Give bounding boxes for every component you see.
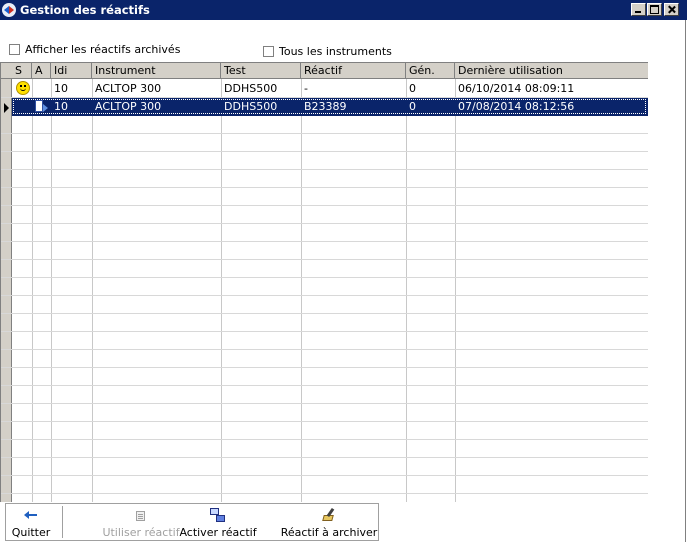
cell-test: DDHS500	[224, 100, 278, 113]
activate-reagent-button-label: Activer réactif	[179, 526, 257, 539]
maximize-button[interactable]	[647, 3, 662, 16]
grid-column-line	[301, 63, 302, 502]
cell-test: DDHS500	[224, 82, 278, 95]
column-header-instrument[interactable]: Instrument	[92, 63, 221, 78]
grid-header: S A Idi Instrument Test Réactif Gén. Der…	[1, 63, 648, 79]
arrow-left-icon	[24, 510, 38, 520]
grid-column-line	[221, 63, 222, 502]
activate-reagent-button[interactable]: Activer réactif	[179, 506, 257, 540]
grid-row-line	[1, 223, 648, 224]
grid-row-line	[1, 385, 648, 386]
quit-button[interactable]: Quitter	[8, 506, 54, 540]
grid-row-line	[1, 277, 648, 278]
grid-column-line	[92, 63, 93, 502]
grid-row-line	[1, 421, 648, 422]
minimize-button[interactable]	[631, 3, 646, 16]
title-bar: Gestion des réactifs	[0, 0, 687, 20]
close-button[interactable]	[664, 3, 679, 16]
window-title: Gestion des réactifs	[20, 3, 150, 17]
grid-row-line	[1, 367, 648, 368]
cell-idi: 10	[54, 82, 68, 95]
archive-icon	[321, 508, 337, 523]
column-header-last-use[interactable]: Dernière utilisation	[455, 63, 648, 78]
cell-reagent: B23389	[304, 100, 347, 113]
cell-last-use: 06/10/2014 08:09:11	[458, 82, 575, 95]
grid-row-line	[1, 151, 648, 152]
table-row-selected[interactable]: 10 ACLTOP 300 DDHS500 B23389 0 07/08/201…	[1, 98, 648, 116]
grid-row-line	[1, 475, 648, 476]
cell-gen: 0	[409, 100, 416, 113]
show-archived-checkbox[interactable]: Afficher les réactifs archivés	[9, 43, 180, 56]
use-reagent-button[interactable]: Utiliser réactif	[102, 506, 180, 540]
column-header-test[interactable]: Test	[221, 63, 301, 78]
show-archived-label: Afficher les réactifs archivés	[25, 43, 181, 56]
grid-column-line	[51, 63, 52, 502]
grid-row-line	[1, 205, 648, 206]
action-toolbar: Quitter Utiliser réactif Activer réactif…	[5, 503, 379, 541]
quit-button-label: Quitter	[11, 526, 51, 539]
cell-reagent: -	[304, 82, 308, 95]
grid-row-line	[1, 331, 648, 332]
archive-reagent-button[interactable]: Réactif à archiver	[281, 506, 378, 540]
grid-row-line	[1, 133, 648, 134]
grid-column-line	[455, 63, 456, 502]
cell-gen: 0	[409, 82, 416, 95]
show-archived-checkbox-box[interactable]	[9, 44, 20, 55]
cell-idi: 10	[54, 100, 68, 113]
grid-row-line	[1, 187, 648, 188]
use-reagent-button-label: Utiliser réactif	[102, 526, 180, 539]
grid-row-line	[1, 439, 648, 440]
current-row-arrow-icon	[4, 103, 9, 113]
column-header-s[interactable]: S	[12, 63, 32, 78]
grid-row-line	[1, 259, 648, 260]
grid-column-line	[406, 63, 407, 502]
cell-instrument: ACLTOP 300	[95, 82, 162, 95]
column-header-gen[interactable]: Gén.	[406, 63, 455, 78]
archive-reagent-button-label: Réactif à archiver	[280, 526, 378, 539]
grid-column-line	[32, 63, 33, 502]
table-row[interactable]: 10 ACLTOP 300 DDHS500 - 0 06/10/2014 08:…	[1, 80, 648, 98]
column-header-reagent[interactable]: Réactif	[301, 63, 406, 78]
activate-reagent-icon	[210, 508, 226, 523]
grid-row-line	[1, 403, 648, 404]
all-instruments-checkbox-box[interactable]	[263, 46, 274, 57]
active-reagent-icon	[35, 100, 49, 113]
column-header-a[interactable]: A	[32, 63, 51, 78]
current-row-indicator	[1, 98, 12, 116]
cell-instrument: ACLTOP 300	[95, 100, 162, 113]
grid-row-line	[1, 313, 648, 314]
row-indicator-column[interactable]	[1, 63, 12, 502]
grid-row-line	[1, 169, 648, 170]
grid-row-line	[1, 349, 648, 350]
app-icon[interactable]	[2, 3, 16, 17]
column-header-idi[interactable]: Idi	[51, 63, 92, 78]
toolbar-separator	[62, 506, 63, 538]
grid-row-line	[1, 241, 648, 242]
use-reagent-icon	[134, 508, 148, 522]
grid-row-line	[1, 295, 648, 296]
smiley-icon	[16, 81, 30, 95]
all-instruments-checkbox[interactable]: Tous les instruments	[263, 45, 392, 58]
all-instruments-label: Tous les instruments	[279, 45, 392, 58]
grid-row-line	[1, 457, 648, 458]
reagent-grid[interactable]: S A Idi Instrument Test Réactif Gén. Der…	[0, 62, 648, 502]
grid-row-line	[1, 493, 648, 494]
cell-last-use: 07/08/2014 08:12:56	[458, 100, 575, 113]
